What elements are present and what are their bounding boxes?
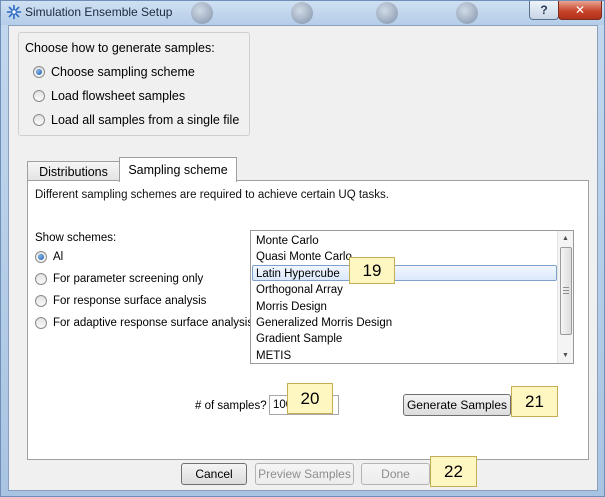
radio-label: Al (53, 251, 64, 263)
dialog-client-area: Choose how to generate samples: Choose s… (8, 25, 598, 491)
window-title: Simulation Ensemble Setup (25, 5, 173, 19)
app-logo-icon (6, 4, 22, 20)
radio-button[interactable] (33, 66, 45, 78)
radio-button[interactable] (35, 317, 47, 329)
radio-button[interactable] (35, 273, 47, 285)
radio-load-flowsheet-samples[interactable]: Load flowsheet samples (33, 89, 185, 103)
done-button[interactable]: Done (361, 463, 430, 485)
generate-samples-button[interactable]: Generate Samples (403, 394, 511, 416)
radio-label: For parameter screening only (53, 273, 204, 285)
list-item[interactable]: METIS (252, 347, 557, 363)
background-icon (291, 2, 313, 24)
filter-adaptive-response-surface[interactable]: For adaptive response surface analysis (35, 317, 253, 329)
callout-19: 19 (349, 257, 395, 284)
background-icon (376, 2, 398, 24)
radio-label: For adaptive response surface analysis (53, 317, 254, 329)
callout-20: 20 (287, 383, 333, 414)
radio-button[interactable] (33, 90, 45, 102)
help-button[interactable]: ? (529, 1, 559, 20)
generate-method-group: Choose how to generate samples: Choose s… (18, 32, 250, 136)
radio-label: Load flowsheet samples (51, 89, 186, 103)
callout-22: 22 (430, 456, 477, 487)
panel-description: Different sampling schemes are required … (35, 189, 389, 201)
radio-button[interactable] (35, 251, 47, 263)
filter-parameter-screening[interactable]: For parameter screening only (35, 273, 203, 285)
radio-label: Choose sampling scheme (51, 65, 195, 79)
scroll-thumb[interactable] (560, 247, 572, 335)
radio-label: Load all samples from a single file (51, 113, 240, 127)
radio-button[interactable] (35, 295, 47, 307)
close-button[interactable]: ✕ (558, 1, 602, 20)
radio-button[interactable] (33, 114, 45, 126)
grip-line (563, 293, 569, 294)
list-item-selected[interactable]: Latin Hypercube (252, 264, 557, 282)
background-icon (456, 2, 478, 24)
tab-sampling-scheme[interactable]: Sampling scheme (119, 157, 237, 182)
radio-load-single-file[interactable]: Load all samples from a single file (33, 113, 239, 127)
samples-label: # of samples? (195, 400, 267, 412)
callout-21: 21 (511, 386, 558, 417)
help-icon: ? (540, 3, 548, 17)
list-item[interactable]: Monte Carlo (252, 232, 557, 248)
radio-choose-sampling-scheme[interactable]: Choose sampling scheme (33, 65, 195, 79)
scheme-listbox[interactable]: Monte Carlo Quasi Monte Carlo Latin Hype… (250, 230, 574, 364)
list-item[interactable]: Generalized Morris Design (252, 314, 557, 330)
list-item[interactable]: Orthogonal Array (252, 281, 557, 297)
show-schemes-label: Show schemes: (35, 232, 117, 244)
radio-label: For response surface analysis (53, 295, 207, 307)
grip-line (563, 287, 569, 288)
group-title: Choose how to generate samples: (25, 41, 215, 55)
filter-all[interactable]: Al (35, 251, 63, 263)
filter-response-surface[interactable]: For response surface analysis (35, 295, 206, 307)
title-bar: Simulation Ensemble Setup ? ✕ (1, 1, 604, 25)
list-item[interactable]: Gradient Sample (252, 330, 557, 346)
grip-line (563, 290, 569, 291)
scroll-down-icon[interactable]: ▼ (558, 348, 573, 363)
background-icon (191, 2, 213, 24)
sampling-scheme-panel: Different sampling schemes are required … (27, 180, 589, 460)
list-scrollbar[interactable]: ▲ ▼ (557, 231, 573, 363)
preview-samples-button[interactable]: Preview Samples (255, 463, 354, 485)
scroll-up-icon[interactable]: ▲ (558, 231, 573, 246)
scheme-list: Monte Carlo Quasi Monte Carlo Latin Hype… (252, 232, 557, 363)
close-icon: ✕ (574, 3, 586, 17)
list-item[interactable]: Quasi Monte Carlo (252, 248, 557, 264)
tab-distributions[interactable]: Distributions (27, 161, 120, 181)
cancel-button[interactable]: Cancel (181, 463, 247, 485)
dialog-window: Simulation Ensemble Setup ? ✕ Choose how… (0, 0, 605, 497)
list-item[interactable]: Morris Design (252, 298, 557, 314)
